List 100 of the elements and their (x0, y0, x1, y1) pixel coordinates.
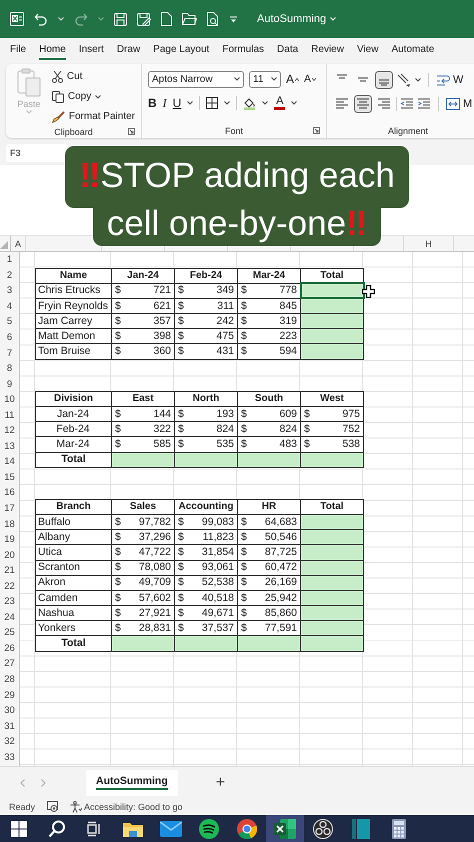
highlighted-cell[interactable] (300, 530, 364, 545)
borders-icon[interactable] (206, 97, 218, 109)
italic-button[interactable]: I (162, 94, 167, 112)
row-header[interactable]: 20 (4, 550, 15, 561)
fill-color-icon[interactable] (243, 96, 256, 110)
highlighted-cell[interactable] (300, 620, 364, 636)
increase-indent-icon[interactable] (417, 97, 431, 111)
document-search-icon[interactable] (207, 12, 220, 26)
row-header[interactable]: 18 (4, 518, 15, 530)
font-color-button[interactable]: A (274, 96, 286, 110)
taskbar-button[interactable] (266, 815, 304, 842)
highlighted-cell[interactable] (300, 606, 364, 621)
row-header[interactable]: 1 (6, 254, 12, 266)
row-header[interactable]: 26 (4, 642, 15, 654)
launcher-icon[interactable] (128, 128, 135, 135)
row-header[interactable]: 11 (4, 410, 14, 421)
column-header[interactable]: A (14, 238, 21, 248)
ribbon-tab[interactable]: Automate (391, 40, 434, 60)
document-title[interactable]: AutoSumming (257, 13, 326, 25)
row-header[interactable]: 24 (4, 612, 15, 623)
row-header[interactable]: 2 (6, 270, 12, 281)
shrink-font-button[interactable]: A (304, 70, 316, 88)
row-header[interactable]: 13 (4, 440, 15, 452)
row-header[interactable]: 21 (4, 565, 15, 576)
highlighted-cell[interactable] (112, 452, 174, 468)
row-header[interactable]: 32 (4, 736, 15, 748)
highlighted-cell[interactable] (300, 298, 364, 314)
row-header[interactable]: 28 (4, 674, 15, 686)
row-header[interactable]: 14 (4, 456, 15, 468)
highlighted-cell[interactable] (300, 452, 364, 468)
new-document-icon[interactable] (161, 12, 172, 26)
font-name-dropdown[interactable]: Aptos Narrow (148, 70, 244, 88)
merge-label[interactable]: M (463, 98, 472, 110)
row-header[interactable]: 4 (6, 300, 12, 312)
ribbon-tab[interactable]: Home (39, 40, 66, 60)
highlighted-cell[interactable] (238, 452, 300, 468)
center-align-icon[interactable] (354, 95, 372, 113)
row-header[interactable]: 6 (6, 332, 12, 343)
highlighted-cell[interactable] (300, 560, 364, 576)
highlighted-cell[interactable] (300, 590, 364, 606)
bold-button[interactable]: B (148, 94, 157, 112)
row-header[interactable]: 16 (4, 487, 15, 498)
highlighted-cell[interactable] (238, 636, 300, 652)
row-header[interactable]: 15 (4, 472, 15, 483)
row-header[interactable]: 8 (6, 363, 12, 374)
customize-icon[interactable] (230, 16, 237, 22)
row-header[interactable]: 12 (4, 425, 15, 436)
bottom-align-icon[interactable] (375, 71, 393, 89)
folder-icon[interactable] (182, 13, 197, 25)
highlighted-cell[interactable] (300, 636, 364, 652)
accessibility-button[interactable]: Accessibility: Good to go (70, 800, 183, 812)
row-header[interactable]: 5 (6, 316, 12, 328)
text-angle-icon[interactable] (396, 73, 412, 87)
highlighted-cell[interactable] (300, 514, 364, 530)
column-header[interactable]: H (425, 238, 432, 248)
ribbon-tab[interactable]: Review (311, 40, 344, 60)
row-header[interactable]: 19 (4, 534, 15, 546)
ribbon-tab[interactable]: Draw (116, 40, 140, 60)
save-icon[interactable] (114, 12, 127, 26)
row-header[interactable]: 33 (4, 752, 15, 763)
save-as-icon[interactable] (137, 12, 151, 26)
name-box[interactable]: F3 (6, 144, 68, 162)
ribbon-tab[interactable]: Insert (78, 40, 104, 60)
ribbon-tab[interactable]: Formulas (222, 40, 264, 60)
selected-cell[interactable] (300, 283, 364, 298)
cut-button[interactable]: Cut (52, 68, 135, 85)
grow-font-button[interactable]: A (286, 70, 300, 88)
row-header[interactable]: 29 (4, 690, 15, 701)
row-header[interactable]: 17 (4, 503, 15, 514)
undo-icon[interactable] (34, 12, 48, 26)
highlighted-cell[interactable] (174, 452, 238, 468)
highlighted-cell[interactable] (300, 328, 364, 344)
decrease-indent-icon[interactable] (400, 97, 414, 111)
ribbon-tab[interactable]: Page Layout (153, 40, 210, 60)
format-painter-button[interactable]: Format Painter (52, 108, 135, 125)
row-header[interactable]: 3 (6, 285, 12, 296)
row-header[interactable]: 23 (4, 596, 15, 608)
highlighted-cell[interactable] (300, 344, 364, 360)
launcher-icon[interactable] (313, 127, 320, 134)
wrap-text-label[interactable]: W (453, 74, 464, 86)
row-header[interactable]: 7 (6, 348, 12, 359)
ribbon-tab[interactable]: View (356, 40, 378, 60)
add-sheet-button[interactable]: + (216, 774, 226, 792)
copy-button[interactable]: Copy (52, 88, 135, 105)
sheet-tab[interactable]: AutoSumming (86, 770, 178, 796)
macro-record-icon[interactable] (47, 801, 58, 812)
highlighted-cell[interactable] (174, 636, 238, 652)
row-header[interactable]: 22 (4, 580, 15, 592)
row-header[interactable]: 10 (4, 394, 15, 406)
row-header[interactable]: 25 (4, 627, 15, 638)
ribbon-tab[interactable]: File (10, 40, 26, 60)
row-header[interactable]: 31 (4, 720, 15, 732)
ribbon-tab[interactable]: Data (277, 40, 298, 60)
row-header[interactable]: 9 (6, 378, 12, 390)
row-header[interactable]: 30 (4, 705, 15, 716)
highlighted-cell[interactable] (300, 544, 364, 560)
row-header[interactable]: 27 (4, 658, 15, 670)
underline-button[interactable]: U (172, 94, 182, 112)
highlighted-cell[interactable] (300, 314, 364, 329)
highlighted-cell[interactable] (300, 575, 364, 590)
